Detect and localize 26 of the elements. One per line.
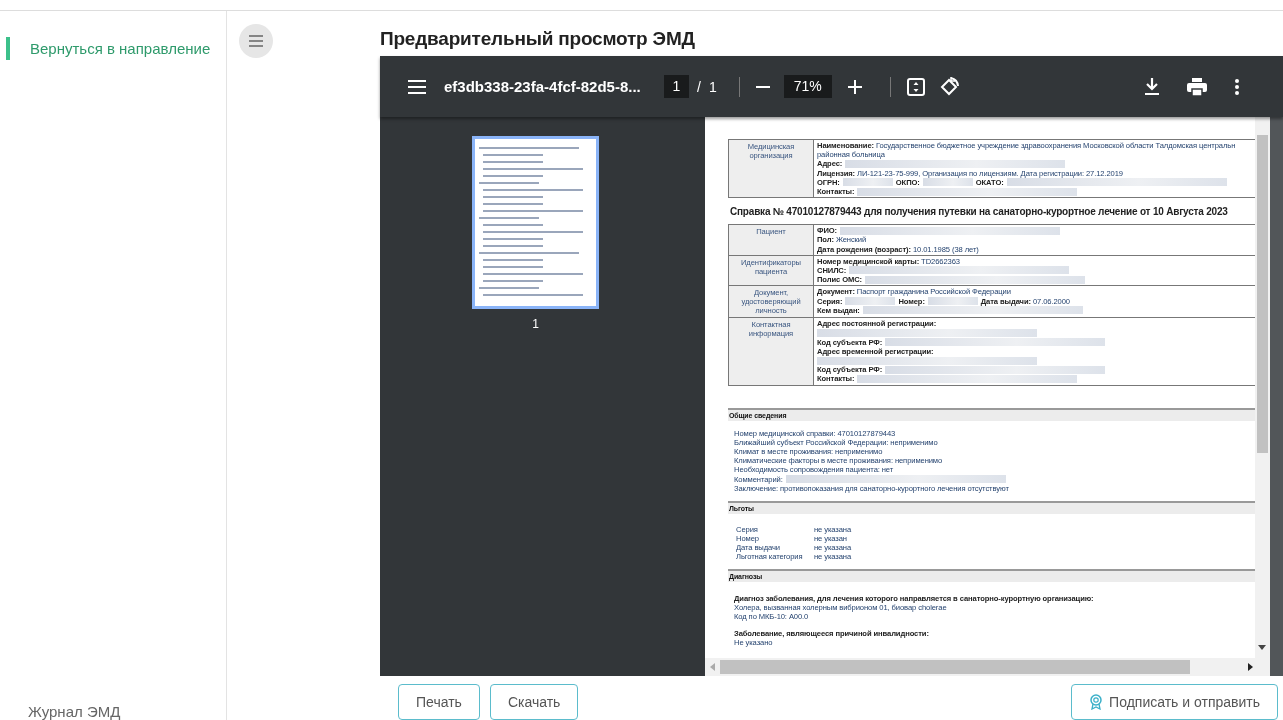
page-title: Предварительный просмотр ЭМД — [380, 28, 696, 51]
zoom-input[interactable]: 71% — [783, 75, 832, 98]
sign-button[interactable]: Подписать и отправить — [1071, 684, 1278, 720]
menu-button[interactable] — [239, 24, 273, 58]
page-thumbnail[interactable] — [472, 136, 599, 309]
print-icon[interactable] — [1187, 77, 1207, 96]
journal-link[interactable]: Журнал ЭМД — [0, 703, 226, 720]
action-button[interactable]: Скачать — [489, 684, 579, 720]
more-icon[interactable] — [1235, 78, 1239, 95]
badge-icon[interactable] — [1089, 694, 1104, 710]
zoom-in-icon[interactable] — [847, 79, 862, 94]
page-input[interactable]: 1 — [664, 75, 689, 98]
rotate-icon[interactable] — [938, 76, 959, 97]
nav-link[interactable]: Вернуться в направление — [6, 37, 226, 60]
document-heading: Справка № 47010127879443 для получения путевки на санаторно-курортное лечение от 10 Августа 2023 — [730, 205, 1229, 219]
page-count: 1 — [708, 78, 717, 95]
page-separator: / — [697, 78, 701, 95]
scroll-right-icon[interactable] — [1248, 663, 1253, 671]
vertical-scrollbar[interactable] — [1255, 117, 1270, 658]
horizontal-scrollbar[interactable] — [705, 658, 1270, 676]
file-name: ef3db338-23fa-4fcf-82d5-8... — [444, 78, 642, 95]
page-number: 1 — [532, 317, 539, 331]
download-icon[interactable] — [1145, 78, 1159, 95]
action-button[interactable]: Печать — [398, 684, 480, 720]
fit-page-icon[interactable] — [906, 77, 925, 96]
scroll-down-icon[interactable] — [1258, 645, 1266, 650]
